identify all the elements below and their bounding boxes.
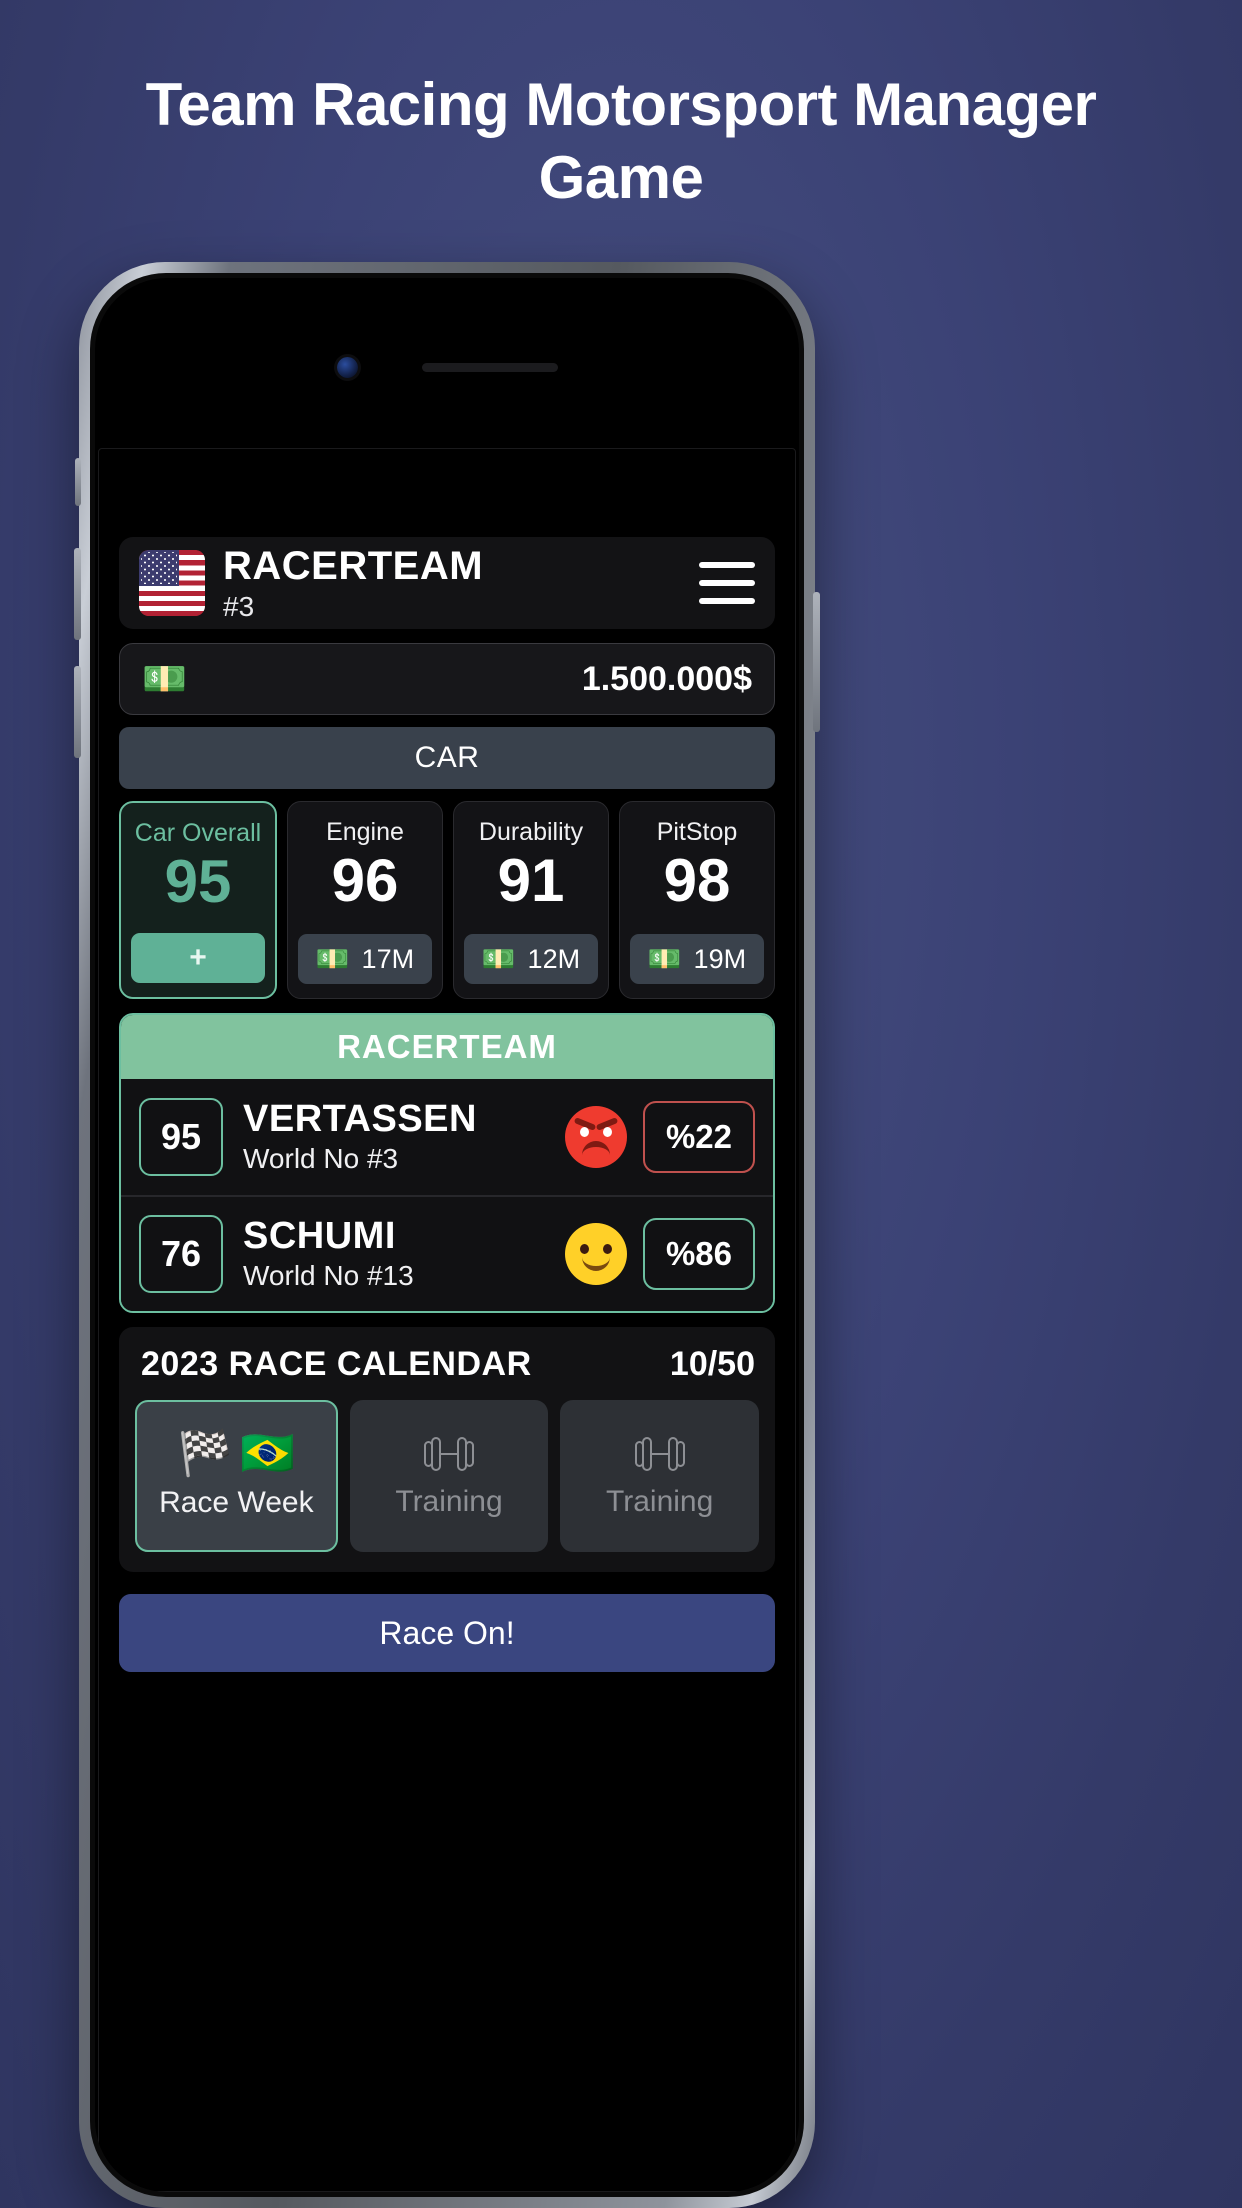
calendar-item-label: Training [395,1485,503,1518]
driver-status: %22 [565,1101,755,1173]
team-identity: RACERTEAM #3 [223,546,483,621]
stat-value: 96 [331,847,399,914]
dumbbell-icon [634,1437,685,1471]
team-header[interactable]: RACERTEAM #3 [119,537,775,629]
stat-card-durability[interactable]: Durability 91 💵 12M [453,801,609,999]
upgrade-button[interactable]: + [131,933,265,983]
upgrade-cost-chip[interactable]: 💵 12M [464,934,598,984]
training-icon-wrap [422,1433,476,1475]
cash-icon: 💵 [481,943,516,974]
race-calendar-panel: 2023 RACE CALENDAR 10/50 🏁 🇧🇷 Race Week [119,1327,775,1572]
money-bar: 💵 1.500.000$ [119,643,775,715]
team-rank: #3 [223,590,255,622]
drivers-panel-title: RACERTEAM [121,1015,773,1079]
cash-icon: 💵 [647,943,682,974]
driver-morale-badge: %86 [643,1218,755,1290]
earpiece-speaker-icon [421,362,558,372]
driver-overall: 76 [139,1215,223,1293]
calendar-item-race-week[interactable]: 🏁 🇧🇷 Race Week [135,1400,338,1552]
driver-overall: 95 [139,1098,223,1176]
phone-bezel: RACERTEAM #3 💵 1.500.000$ CAR Car Overal… [90,273,804,2197]
upgrade-cost-chip[interactable]: 💵 19M [630,934,764,984]
driver-info: SCHUMI World No #13 [243,1216,414,1291]
app-content: RACERTEAM #3 💵 1.500.000$ CAR Car Overal… [98,448,796,2192]
driver-row[interactable]: 76 SCHUMI World No #13 %86 [121,1195,773,1311]
money-amount: 1.500.000$ [581,659,752,698]
drivers-panel: RACERTEAM 95 VERTASSEN World No #3 %22 7… [119,1013,775,1313]
driver-row[interactable]: 95 VERTASSEN World No #3 %22 [121,1079,773,1195]
stat-label: Durability [478,818,584,846]
front-camera-icon [336,356,358,378]
stat-value: 95 [164,848,232,915]
checkered-flag-icon: 🏁 [177,1429,233,1478]
phone-frame: RACERTEAM #3 💵 1.500.000$ CAR Car Overal… [74,262,820,2208]
stat-label: Car Overall [134,819,262,847]
angry-face-icon [565,1106,627,1168]
driver-info: VERTASSEN World No #3 [243,1099,477,1174]
upgrade-cost: 17M [361,943,415,974]
promo-headline: Team Racing Motorsport Manager Game [145,71,1097,212]
race-calendar-items: 🏁 🇧🇷 Race Week Training Training [135,1400,760,1552]
volume-up-button[interactable] [74,548,81,640]
driver-name: VERTASSEN [243,1098,477,1141]
stat-card-engine[interactable]: Engine 96 💵 17M [287,801,443,999]
upgrade-cost: 12M [527,943,581,974]
calendar-item-label: Training [606,1485,714,1518]
training-icon-wrap [633,1433,687,1475]
hamburger-menu-icon[interactable] [699,562,755,604]
dumbbell-icon [424,1437,474,1471]
team-name: RACERTEAM [223,543,484,588]
calendar-item-label: Race Week [159,1486,314,1519]
driver-name: SCHUMI [243,1215,396,1258]
volume-down-button[interactable] [74,666,81,758]
stat-card-pitstop[interactable]: PitStop 98 💵 19M [619,801,775,999]
stat-value: 91 [497,847,565,914]
stat-card-car-overall[interactable]: Car Overall 95 + [119,801,277,999]
race-calendar-header: 2023 RACE CALENDAR 10/50 [135,1345,759,1384]
mute-switch[interactable] [75,458,81,506]
stat-value: 98 [663,847,731,914]
calendar-item-training-1[interactable]: Training [349,1400,549,1552]
brazil-flag-icon: 🇧🇷 [240,1429,296,1478]
car-stats-row: Car Overall 95 + Engine 96 💵 17M Durabil… [119,801,775,999]
race-calendar-title: 2023 RACE CALENDAR [141,1345,532,1383]
race-week-icons: 🏁 🇧🇷 [178,1432,296,1476]
stat-label: PitStop [656,818,738,846]
cash-icon: 💵 [142,658,187,699]
cash-icon: 💵 [315,943,350,974]
stat-label: Engine [326,818,404,846]
driver-world-rank: World No #13 [243,1260,414,1292]
driver-morale-badge: %22 [643,1101,755,1173]
upgrade-cost: 19M [693,943,747,974]
calendar-item-training-2[interactable]: Training [560,1400,760,1552]
car-section-header: CAR [119,727,775,789]
phone-screen: RACERTEAM #3 💵 1.500.000$ CAR Car Overal… [95,278,799,2192]
happy-face-icon [565,1223,627,1285]
driver-world-rank: World No #3 [243,1143,399,1175]
us-flag-icon [139,550,205,616]
driver-status: %86 [565,1218,755,1290]
race-calendar-progress: 10/50 [669,1345,755,1383]
upgrade-cost-chip[interactable]: 💵 17M [298,934,432,984]
race-on-button[interactable]: Race On! [119,1594,775,1672]
phone-notch [95,352,799,382]
power-button[interactable] [813,592,820,732]
